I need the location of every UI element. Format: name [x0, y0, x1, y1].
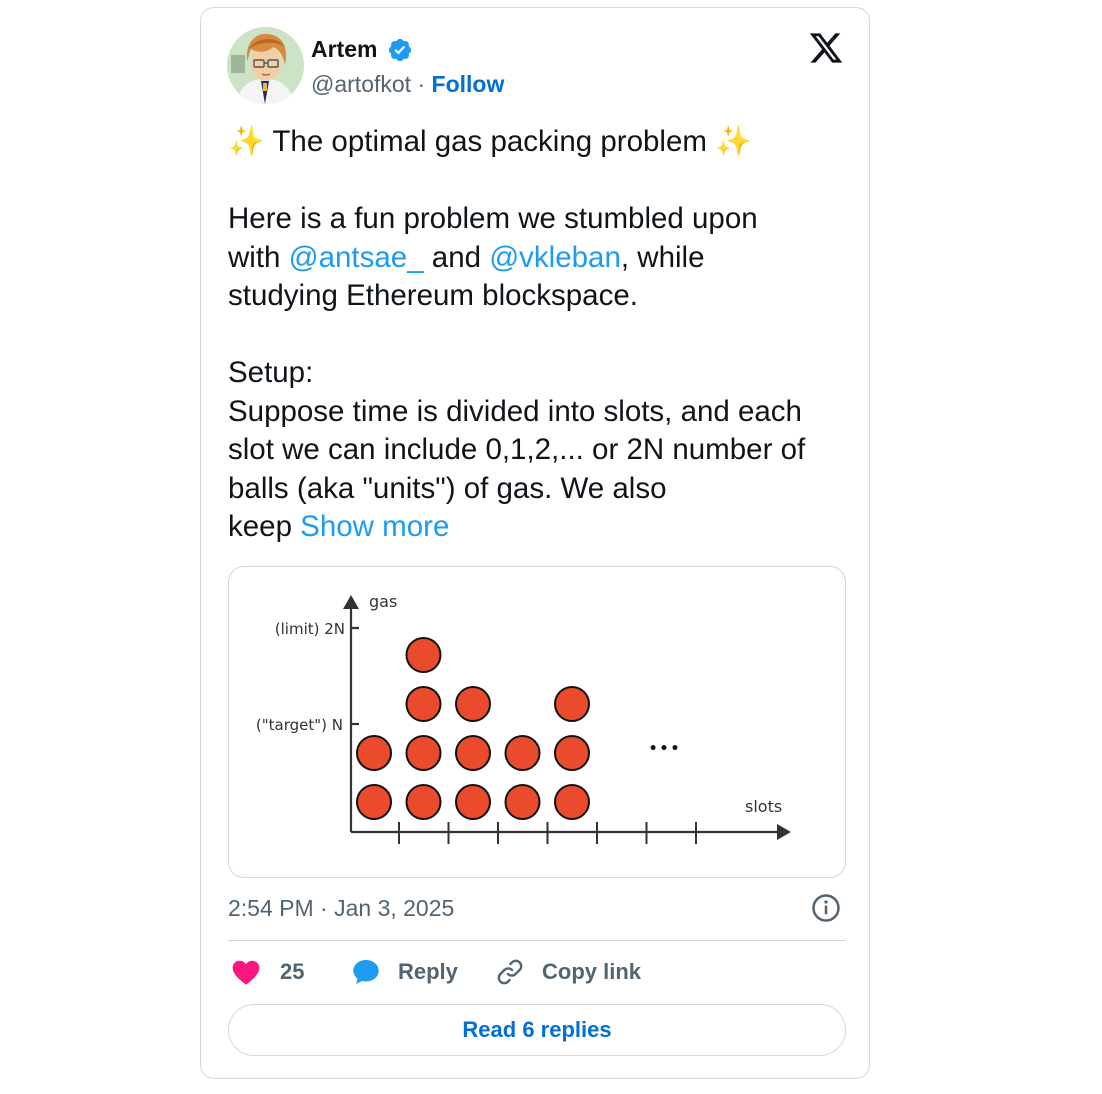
gas-ball	[405, 735, 442, 771]
handle-separator: ·	[417, 71, 426, 97]
sparkle-emoji-right: ✨	[715, 125, 752, 158]
author-handle-row: @artofkot · Follow	[311, 68, 504, 100]
x-axis-arrow-icon	[777, 824, 791, 840]
read-replies-button[interactable]: Read 6 replies	[228, 1004, 846, 1056]
like-count: 25	[280, 959, 305, 984]
divider	[228, 940, 846, 941]
avatar-image	[227, 27, 304, 104]
author-display-name[interactable]: Artem	[311, 33, 377, 65]
avatar[interactable]	[227, 27, 304, 104]
tweet-line: Suppose time is divided into slots, and …	[228, 394, 802, 428]
like-button[interactable]: 25	[230, 956, 304, 988]
info-icon[interactable]	[811, 893, 841, 923]
gas-ball	[504, 784, 541, 820]
reply-bubble-icon	[353, 960, 379, 984]
verified-badge-icon	[388, 38, 412, 62]
tweet-text: ✨ The optimal gas packing problem ✨ Here…	[228, 123, 853, 547]
tweet-line: , while	[620, 240, 705, 274]
tweet-timestamp[interactable]: 2:54 PM · Jan 3, 2025	[228, 892, 454, 924]
link-icon	[497, 959, 523, 985]
gas-ball	[405, 784, 442, 820]
tweet-line: and	[423, 240, 490, 274]
copy-link-button[interactable]: Copy link	[494, 956, 641, 988]
gas-ball	[554, 686, 590, 722]
mention-link[interactable]: @antsae_	[289, 241, 424, 274]
tweet-line: Setup:	[228, 356, 314, 389]
tweet-line: studying Ethereum blockspace.	[228, 279, 638, 312]
gas-ball	[554, 735, 590, 771]
tweet-line: keep	[228, 510, 301, 543]
heart-icon	[232, 960, 260, 985]
show-more-link[interactable]: Show more	[300, 510, 449, 543]
copy-link-label: Copy link	[542, 959, 642, 984]
tweet-line: with	[228, 240, 289, 274]
sparkle-emoji-left: ✨	[228, 125, 265, 158]
gas-ball	[455, 686, 491, 722]
author-handle[interactable]: @artofkot	[311, 71, 411, 97]
reply-label: Reply	[398, 959, 458, 984]
tweet-card: Artem @artofkot · Follow ✨ The optimal g…	[200, 7, 870, 1079]
tweet-title-line: The optimal gas packing problem	[272, 125, 707, 158]
follow-button[interactable]: Follow	[432, 71, 505, 97]
tweet-media-diagram[interactable]: gas slots (limit) 2N ("target") N •••	[228, 566, 846, 878]
gas-ball	[455, 784, 491, 820]
limit-label: (limit) 2N	[275, 620, 345, 638]
y-axis-label: gas	[369, 592, 397, 611]
gas-ball	[405, 637, 442, 673]
tweet-line: slot we can include 0,1,2,... or 2N numb…	[228, 433, 806, 466]
gas-ball	[405, 686, 442, 722]
reply-button[interactable]: Reply	[350, 956, 458, 988]
gas-ball	[356, 784, 392, 820]
gas-ball	[356, 735, 392, 771]
target-label: ("target") N	[256, 716, 343, 734]
x-logo-icon[interactable]	[807, 30, 845, 66]
gas-ball	[504, 735, 541, 771]
tweet-line: Here is a fun problem we stumbled upon	[228, 202, 758, 235]
ellipsis-label: •••	[649, 741, 682, 757]
gas-ball	[554, 784, 590, 820]
gas-packing-diagram: gas slots (limit) 2N ("target") N •••	[256, 592, 791, 844]
gas-ball	[455, 735, 491, 771]
tweet-line: balls (aka "units") of gas. We also	[228, 471, 667, 505]
y-axis-arrow-icon	[343, 595, 359, 609]
mention-link[interactable]: @vkleban	[489, 241, 621, 274]
x-axis-label: slots	[745, 797, 782, 816]
